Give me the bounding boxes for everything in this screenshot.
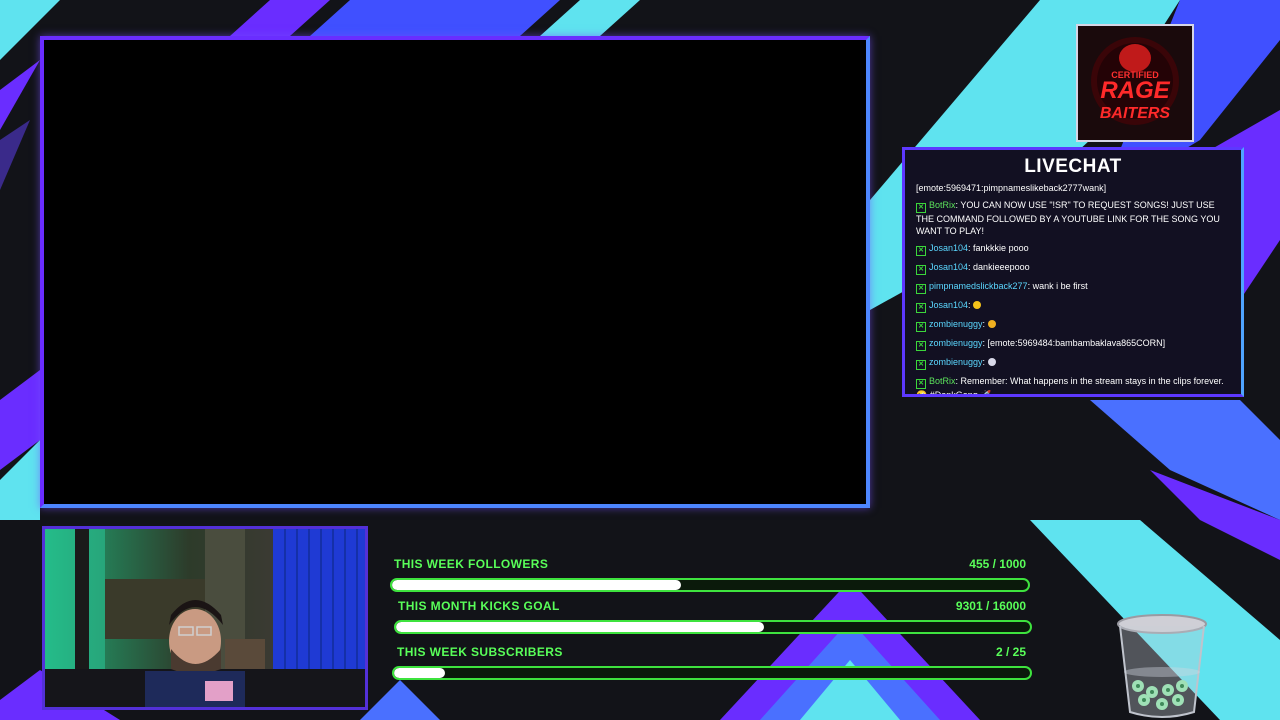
goal-value: 455 / 1000 (969, 557, 1026, 571)
kick-badge-icon: ✕ (916, 303, 926, 313)
webcam-feed (42, 526, 368, 710)
goal-progress-fill (392, 580, 682, 590)
goal-label: THIS WEEK SUBSCRIBERS (397, 645, 563, 659)
chat-message-text: : [emote:5969484:bambambaklava865CORN] (982, 338, 1166, 348)
chat-message: ✕ pimpnamedslickback277: wank i be first (916, 280, 1233, 294)
chat-message-text: : (968, 300, 971, 310)
chat-username[interactable]: pimpnamedslickback277 (929, 281, 1028, 291)
chat-message: ✕ BotRix: Remember: What happens in the s… (916, 375, 1233, 397)
chat-message-text: : Remember: What happens in the stream s… (916, 376, 1224, 397)
chat-message-text: [emote:5969471:pimpnameslikeback2777wank… (916, 183, 1107, 193)
goal-followers: THIS WEEK FOLLOWERS 455 / 1000 (388, 556, 1032, 592)
kick-badge-icon: ✕ (916, 360, 926, 370)
chat-username[interactable]: zombienuggy (929, 338, 983, 348)
kick-badge-icon: ✕ (916, 379, 926, 389)
kick-badge-icon: ✕ (916, 322, 926, 332)
chat-message-text: : (982, 357, 986, 367)
goal-progress-fill (396, 622, 765, 632)
goal-kicks: THIS MONTH KICKS GOAL 9301 / 16000 (390, 598, 1034, 636)
chat-message-text: : dankieeepooo (968, 262, 1030, 272)
chat-username[interactable]: zombienuggy (929, 319, 983, 329)
chat-message: ✕ Josan104: fankkkie pooo (916, 242, 1233, 256)
chat-username[interactable]: BotRix (929, 376, 956, 386)
goal-label: THIS WEEK FOLLOWERS (394, 557, 549, 571)
chat-username[interactable]: zombienuggy (929, 357, 983, 367)
chat-username[interactable]: Josan104 (929, 300, 968, 310)
livechat-panel: LIVECHAT [emote:5969471:pimpnameslikebac… (902, 147, 1244, 397)
chat-message: ✕ zombienuggy: (916, 356, 1233, 370)
tip-jar-icon (1114, 612, 1210, 720)
goal-progress-bar (392, 666, 1032, 680)
chat-message-text: : wank i be first (1027, 281, 1088, 291)
chat-message: ✕ zombienuggy: (916, 318, 1233, 332)
livechat-title: LIVECHAT (1024, 156, 1122, 177)
chat-username[interactable]: Josan104 (929, 243, 968, 253)
goal-subscribers: THIS WEEK SUBSCRIBERS 2 / 25 (390, 644, 1034, 684)
goal-progress-bar (390, 578, 1030, 592)
goal-value: 2 / 25 (995, 645, 1026, 659)
kick-badge-icon: ✕ (916, 284, 926, 294)
chat-message: [emote:5969471:pimpnameslikeback2777wank… (916, 182, 1233, 194)
emote-icon (987, 320, 996, 328)
chat-message: ✕ BotRix: YOU CAN NOW USE "!SR" TO REQUES… (916, 199, 1233, 237)
kick-badge-icon: ✕ (916, 265, 926, 275)
goal-label: THIS MONTH KICKS GOAL (398, 599, 560, 613)
chat-message-text: : fankkkie pooo (968, 243, 1029, 253)
emote-icon (987, 358, 996, 366)
chat-message: ✕ Josan104: dankieeepooo (916, 261, 1233, 275)
logo-text-baiters: BAITERS (1100, 105, 1171, 122)
chat-message: ✕ Josan104: (916, 299, 1233, 313)
chat-message: ✕ zombienuggy: [emote:5969484:bambambakla… (916, 337, 1233, 351)
chat-message-text: : YOU CAN NOW USE "!SR" TO REQUEST SONGS… (916, 200, 1220, 236)
goal-value: 9301 / 16000 (955, 599, 1026, 613)
chat-username[interactable]: Josan104 (929, 262, 968, 272)
chat-username[interactable]: BotRix (929, 200, 956, 210)
goal-progress-fill (394, 668, 445, 678)
logo-text-rage: RAGE (1100, 77, 1170, 104)
kick-badge-icon: ✕ (916, 203, 926, 213)
chat-message-list: [emote:5969471:pimpnameslikeback2777wank… (905, 182, 1241, 397)
game-capture-frame (40, 36, 870, 508)
channel-logo: CERTIFIED RAGE BAITERS (1076, 24, 1194, 142)
chat-message-text: : (982, 319, 986, 329)
kick-badge-icon: ✕ (916, 341, 926, 351)
emote-icon (973, 301, 982, 309)
goal-progress-bar (394, 620, 1032, 634)
kick-badge-icon: ✕ (916, 246, 926, 256)
